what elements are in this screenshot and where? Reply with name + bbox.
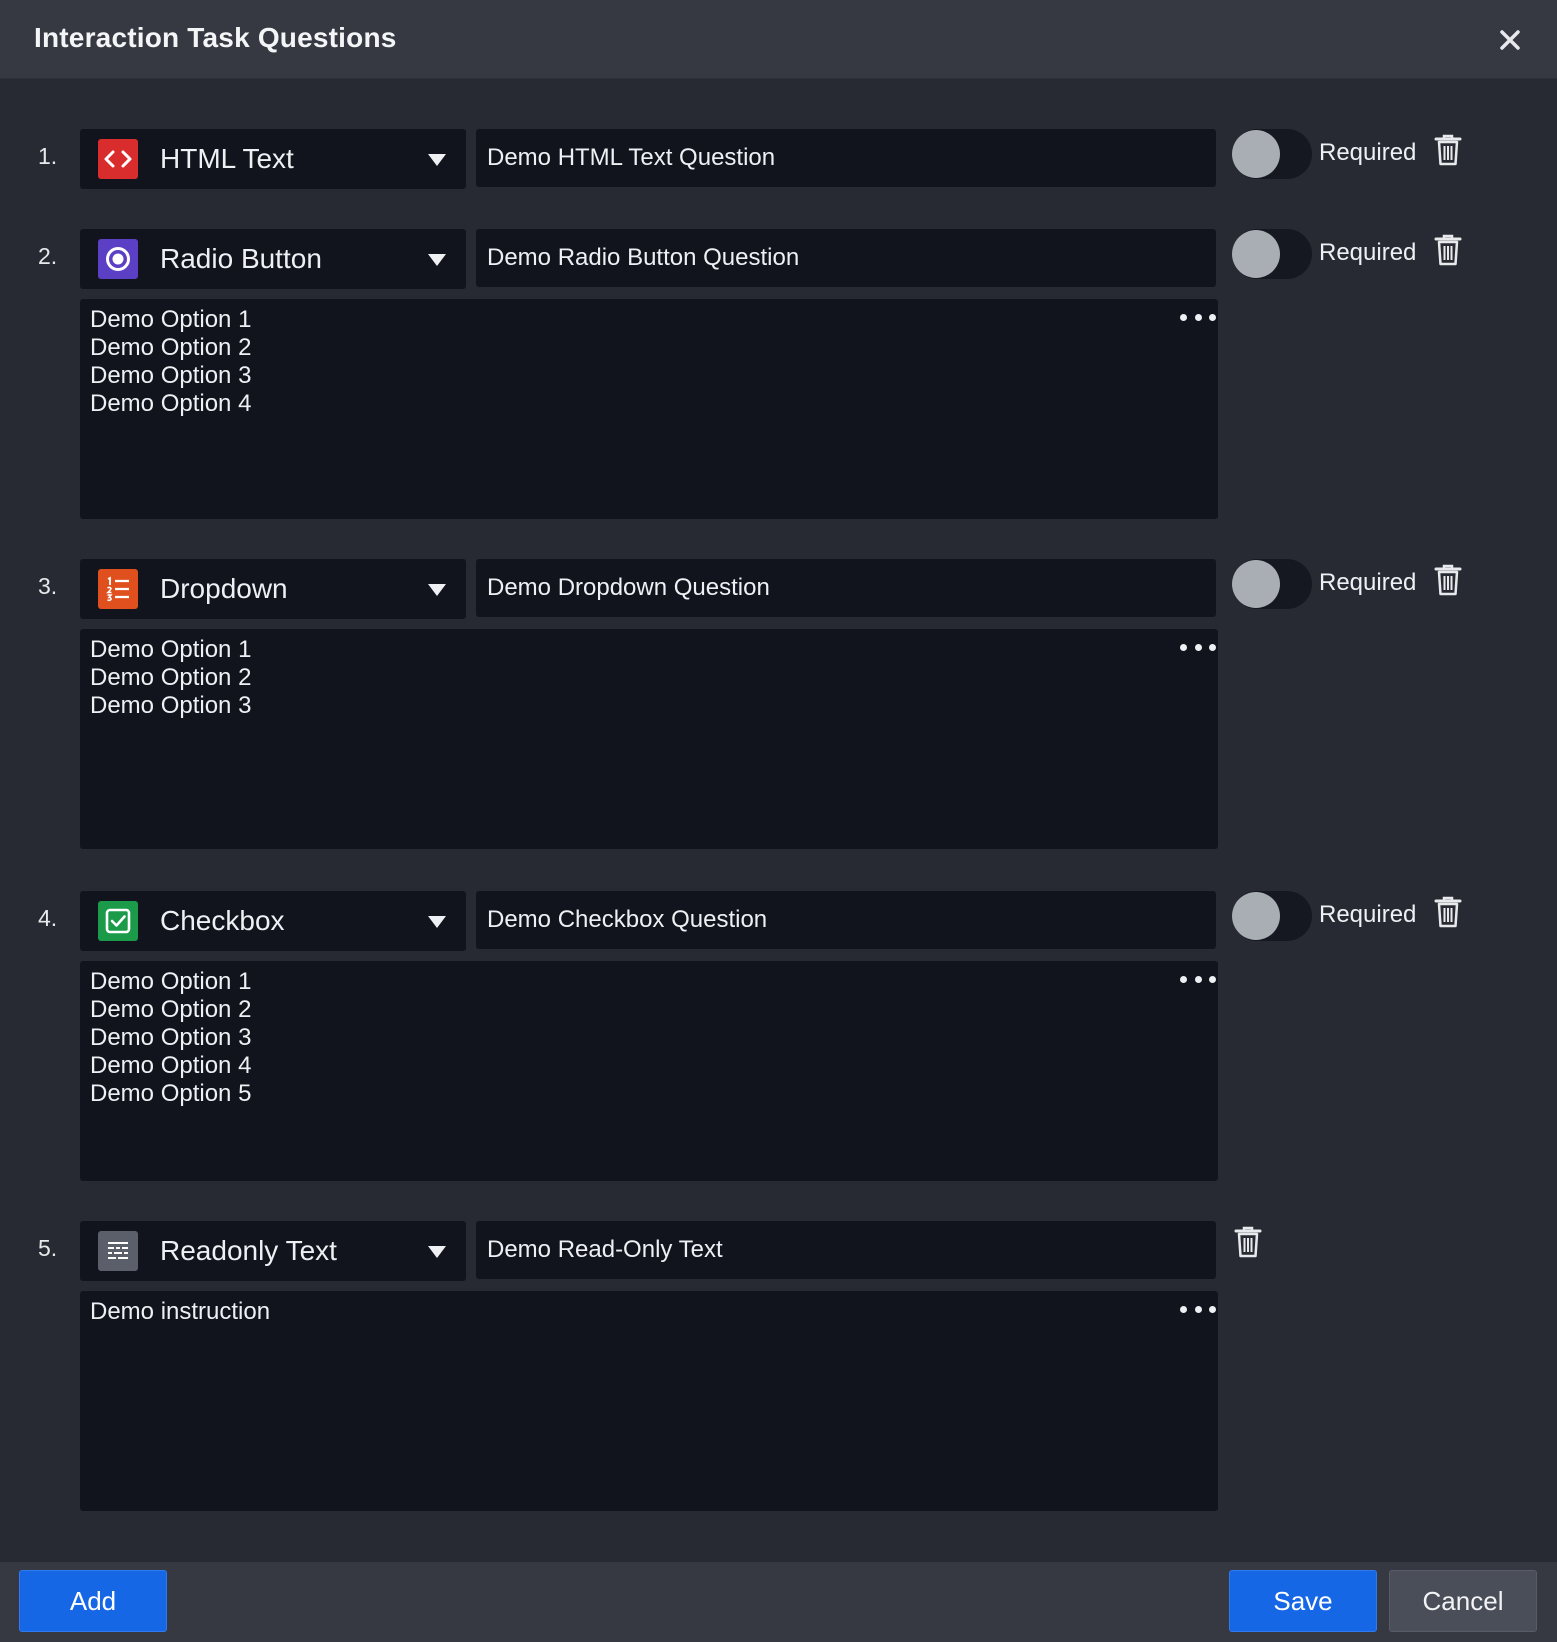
question-type-select[interactable]: Dropdown — [80, 559, 466, 619]
required-label: Required — [1319, 569, 1417, 596]
save-button[interactable]: Save — [1229, 1570, 1377, 1632]
required-label: Required — [1319, 239, 1417, 266]
toggle-knob — [1232, 130, 1280, 178]
question-number: 1. — [38, 143, 58, 169]
question-number: 4. — [38, 905, 58, 931]
toggle-knob — [1232, 560, 1280, 608]
question-text-input[interactable] — [476, 229, 1216, 287]
question-number: 5. — [38, 1235, 58, 1261]
text-block-icon — [98, 1231, 138, 1271]
add-button[interactable]: Add — [19, 1570, 167, 1632]
dialog-footer: Add Save Cancel — [0, 1562, 1557, 1642]
chevron-down-icon — [428, 154, 446, 166]
more-options-icon[interactable] — [1180, 636, 1216, 658]
instruction-textarea[interactable]: Demo instruction — [80, 1291, 1218, 1511]
question-text-input[interactable] — [476, 559, 1216, 617]
question-type-label: Dropdown — [160, 573, 288, 604]
question-number: 3. — [38, 573, 58, 599]
required-toggle[interactable] — [1232, 129, 1312, 179]
more-options-icon[interactable] — [1180, 306, 1216, 328]
more-options-icon[interactable] — [1180, 1298, 1216, 1320]
close-button[interactable] — [1492, 22, 1528, 58]
options-text: Demo Option 1 Demo Option 2 Demo Option … — [90, 636, 252, 719]
question-type-select[interactable]: HTML Text — [80, 129, 466, 189]
trash-icon[interactable] — [1434, 234, 1462, 266]
options-text: Demo Option 1 Demo Option 2 Demo Option … — [90, 968, 252, 1107]
chevron-down-icon — [428, 254, 446, 266]
required-toggle[interactable] — [1232, 559, 1312, 609]
numbered-list-icon — [98, 569, 138, 609]
required-label: Required — [1319, 901, 1417, 928]
required-label: Required — [1319, 139, 1417, 166]
interaction-task-questions-dialog: Interaction Task Questions 1. HTML Text … — [0, 0, 1557, 1642]
options-textarea[interactable]: Demo Option 1 Demo Option 2 Demo Option … — [80, 629, 1218, 849]
options-textarea[interactable]: Demo Option 1 Demo Option 2 Demo Option … — [80, 299, 1218, 519]
trash-icon[interactable] — [1434, 896, 1462, 928]
required-toggle[interactable] — [1232, 891, 1312, 941]
trash-icon[interactable] — [1434, 134, 1462, 166]
dialog-title: Interaction Task Questions — [34, 22, 397, 53]
trash-icon[interactable] — [1434, 564, 1462, 596]
question-text-input[interactable] — [476, 129, 1216, 187]
question-text-input[interactable] — [476, 891, 1216, 949]
cancel-button[interactable]: Cancel — [1389, 1570, 1537, 1632]
question-type-label: Radio Button — [160, 243, 322, 274]
question-type-select[interactable]: Checkbox — [80, 891, 466, 951]
question-type-select[interactable]: Readonly Text — [80, 1221, 466, 1281]
chevron-down-icon — [428, 584, 446, 596]
options-textarea[interactable]: Demo Option 1 Demo Option 2 Demo Option … — [80, 961, 1218, 1181]
chevron-down-icon — [428, 1246, 446, 1258]
code-brackets-icon — [98, 139, 138, 179]
question-type-label: Readonly Text — [160, 1235, 337, 1266]
dialog-header: Interaction Task Questions — [0, 0, 1557, 79]
question-number: 2. — [38, 243, 58, 269]
toggle-knob — [1232, 892, 1280, 940]
instruction-text: Demo instruction — [90, 1298, 271, 1325]
options-text: Demo Option 1 Demo Option 2 Demo Option … — [90, 306, 252, 417]
question-type-select[interactable]: Radio Button — [80, 229, 466, 289]
radio-button-icon — [98, 239, 138, 279]
more-options-icon[interactable] — [1180, 968, 1216, 990]
chevron-down-icon — [428, 916, 446, 928]
checkbox-icon — [98, 901, 138, 941]
required-toggle[interactable] — [1232, 229, 1312, 279]
question-text-input[interactable] — [476, 1221, 1216, 1279]
question-type-label: Checkbox — [160, 905, 285, 936]
toggle-knob — [1232, 230, 1280, 278]
close-icon — [1500, 30, 1520, 50]
question-type-label: HTML Text — [160, 143, 294, 174]
trash-icon[interactable] — [1234, 1226, 1262, 1258]
